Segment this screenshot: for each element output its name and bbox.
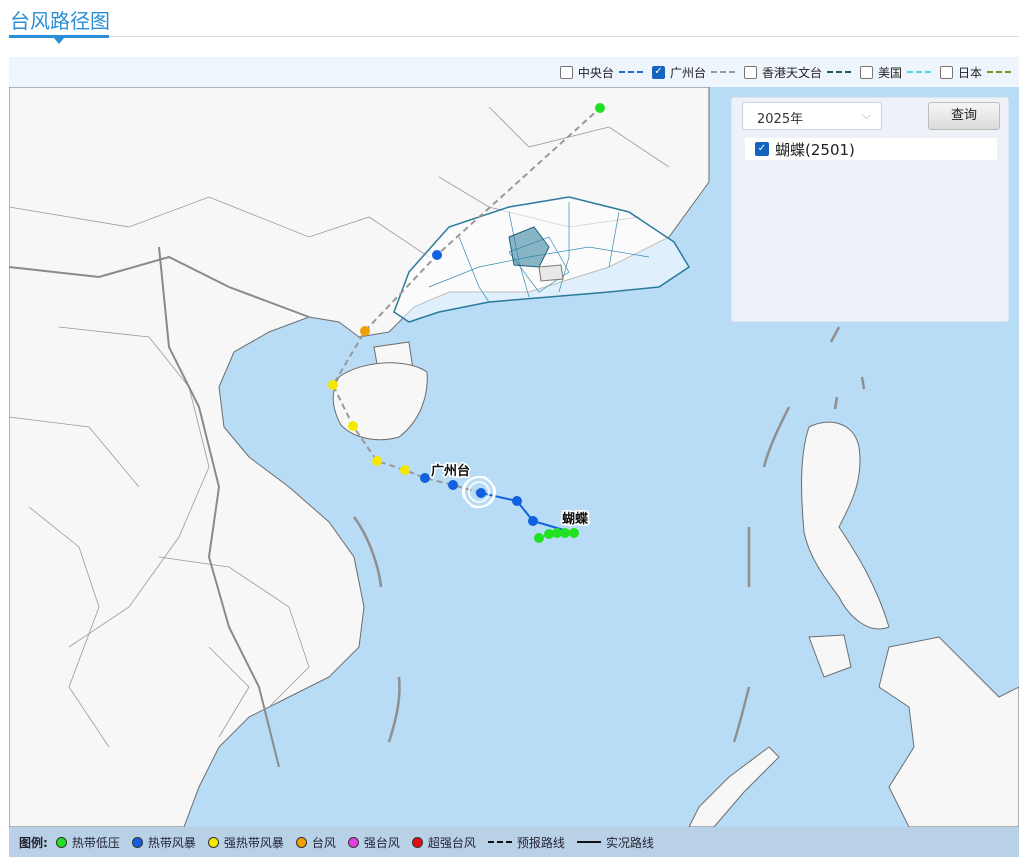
storm-name-label: 蝴蝶 [562,511,589,527]
legend-label: 强热带风暴 [223,835,284,850]
legend-label: 预报路线 [516,835,565,850]
source-label: 中央台 [577,65,614,80]
storm-list-item[interactable]: ✓ 蝴蝶(2501) [745,138,997,160]
luzon-island [801,421,890,630]
source-toggle-hko[interactable]: 香港天文台 [743,64,851,81]
legend-dot-icon [131,836,143,848]
source-toggle-cma[interactable]: 中央台 [559,64,643,81]
source-label: 香港天文台 [761,65,822,80]
line-swatch [618,71,643,73]
forecast-agency-label: 广州台 [431,463,470,479]
hong-kong-outline [538,264,564,282]
visayas-islands [878,636,1019,827]
legend-label: 超强台风 [427,835,476,850]
observed-track-point[interactable] [528,516,538,526]
legend-dashed-line-icon [487,841,512,843]
line-swatch [826,71,851,73]
legend-title: 图例: [19,835,48,850]
visayas-islands [808,634,852,678]
checkbox-icon[interactable] [859,65,873,79]
title-caret-icon [54,38,64,44]
line-swatch [906,71,931,73]
legend-item: 超强台风 [411,834,476,851]
observed-track-point[interactable] [569,528,579,538]
legend-label: 实况路线 [605,835,654,850]
checkbox-checked-icon[interactable]: ✓ [651,65,665,79]
forecast-track-point[interactable] [372,456,382,466]
observed-track-point[interactable] [534,533,544,543]
palawan-island [688,746,780,827]
line-swatch [710,71,735,73]
source-toggle-guangzhou[interactable]: ✓ 广州台 [651,64,735,81]
legend-item: 台风 [295,834,336,851]
query-button[interactable]: 查询 [928,102,1000,130]
page-title: 台风路径图 [10,9,110,33]
forecast-track-point[interactable] [432,250,442,260]
hainan-island [332,362,428,441]
checkbox-icon[interactable] [939,65,953,79]
legend-dot-icon [347,836,359,848]
legend-label: 热带低压 [71,835,120,850]
observed-track-point[interactable] [560,528,570,538]
checkbox-icon[interactable] [559,65,573,79]
title-divider [9,36,1019,37]
legend-dot-icon [295,836,307,848]
source-toggle-usa[interactable]: 美国 [859,64,931,81]
year-select[interactable]: 2025年 ⌵ [742,102,882,130]
legend-solid-line-icon [576,841,601,843]
legend-label: 台风 [311,835,336,850]
checkbox-icon[interactable] [743,65,757,79]
source-label: 美国 [877,65,902,80]
legend-label: 热带风暴 [147,835,196,850]
chevron-down-icon: ⌵ [861,108,871,122]
forecast-track-point[interactable] [420,473,430,483]
forecast-track-point[interactable] [595,103,605,113]
observed-track-point[interactable] [476,488,486,498]
legend-dot-icon [207,836,219,848]
storm-selection-panel: 2025年 ⌵ 查询 ✓ 蝴蝶(2501) [731,97,1009,322]
forecast-track-point[interactable] [400,465,410,475]
source-label: 日本 [957,65,982,80]
observed-track-line [480,492,575,534]
source-toggle-japan[interactable]: 日本 [939,64,1011,81]
legend-dot-icon [55,836,67,848]
forecast-track-point[interactable] [448,480,458,490]
source-toggle-bar: 中央台 ✓ 广州台 香港天文台 美国 日本 [9,57,1019,87]
forecast-track-point[interactable] [360,326,370,336]
legend-item: 热带风暴 [131,834,196,851]
storm-list-label: 蝴蝶(2501) [775,140,855,159]
checkbox-checked-icon[interactable]: ✓ [755,142,769,156]
legend-item: 实况路线 [576,834,654,851]
legend-item: 强台风 [347,834,400,851]
graticule-arcs [352,326,866,743]
source-label: 广州台 [669,65,706,80]
legend-bar: 图例: 热带低压 热带风暴 强热带风暴 台风 强台风 超强台风 预报路线 实况路… [9,827,1019,857]
legend-dot-icon [411,836,423,848]
legend-item: 强热带风暴 [207,834,284,851]
forecast-track-point[interactable] [328,380,338,390]
line-swatch [987,71,1011,73]
legend-label: 强台风 [363,835,400,850]
observed-track-point[interactable] [512,496,522,506]
legend-item: 热带低压 [55,834,120,851]
forecast-track-point[interactable] [348,421,358,431]
typhoon-map[interactable]: 中央台 ✓ 广州台 香港天文台 美国 日本 广州台 蝴蝶 2025年 ⌵ 查询 … [9,57,1019,857]
year-select-value: 2025年 [757,112,804,127]
legend-item: 预报路线 [487,834,565,851]
